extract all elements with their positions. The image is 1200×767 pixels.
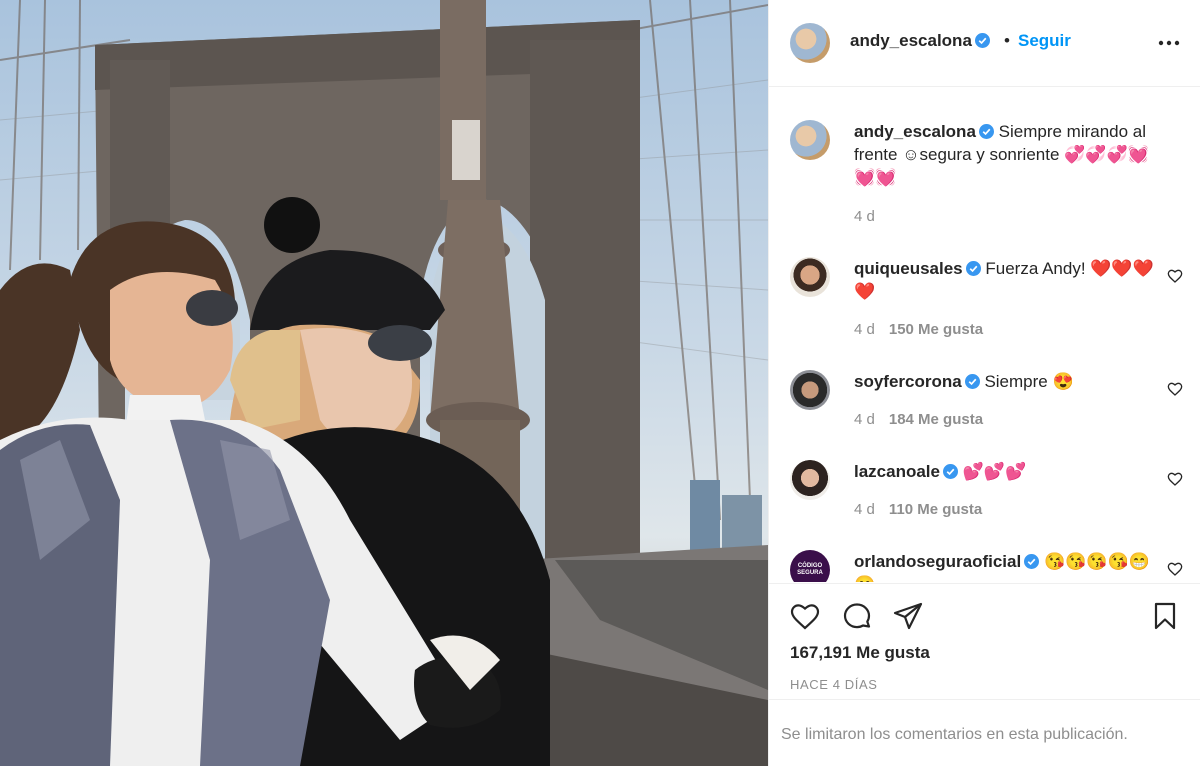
comment-likes[interactable]: 184 Me gusta (889, 411, 983, 428)
comment-item: CÓDIGO SEGURA orlandoseguraoficial 😘😘😘😘😁… (769, 550, 1200, 582)
photo-illustration (0, 0, 768, 766)
comment-username[interactable]: soyfercorona (854, 372, 962, 391)
comment-meta: 4 d 184 Me gusta (854, 411, 983, 428)
comment-username[interactable]: orlandoseguraoficial (854, 552, 1021, 571)
comment-avatar[interactable] (790, 370, 830, 410)
like-heart-icon[interactable] (789, 600, 821, 632)
author-username[interactable]: andy_escalona (850, 31, 972, 50)
caption-time[interactable]: 4 d (854, 208, 875, 225)
comment-like-heart-icon[interactable] (1167, 381, 1183, 397)
comment-username[interactable]: lazcanoale (854, 462, 940, 481)
verified-badge-icon (964, 374, 980, 389)
comment-text-block: quiqueusales Fuerza Andy! ❤️❤️❤️❤️ (854, 257, 1154, 303)
comment-like-heart-icon[interactable] (1167, 268, 1183, 284)
share-paper-plane-icon[interactable] (892, 600, 924, 632)
caption-text-block: andy_escalona Siempre mirando al frente … (854, 120, 1154, 189)
comment-text-block: orlandoseguraoficial 😘😘😘😘😁😁 (854, 550, 1154, 582)
post-header: andy_escalona • Seguir (769, 0, 1200, 87)
verified-badge-icon (965, 261, 981, 276)
comment-text: 💕💕💕 (962, 462, 1027, 481)
comment-username[interactable]: quiqueusales (854, 259, 963, 278)
comment-time[interactable]: 4 d (854, 321, 875, 338)
verified-badge-icon (943, 464, 958, 479)
comment-text: Siempre 😍 (984, 372, 1074, 391)
comment-meta: 4 d 150 Me gusta (854, 321, 983, 338)
comment-time[interactable]: 4 d (854, 501, 875, 518)
header-separator: • (1004, 31, 1010, 50)
comments-list[interactable]: andy_escalona Siempre mirando al frente … (769, 87, 1200, 582)
comment-item: soyfercorona Siempre 😍 4 d 184 Me gusta (769, 370, 1200, 440)
post-actions: 167,191 Me gusta HACE 4 DÍAS (769, 583, 1200, 699)
comment-bubble-icon[interactable] (841, 600, 873, 632)
caption-avatar[interactable] (790, 120, 830, 160)
follow-button[interactable]: Seguir (1018, 31, 1071, 51)
comment-item: quiqueusales Fuerza Andy! ❤️❤️❤️❤️ 4 d 15… (769, 257, 1200, 338)
post-photo[interactable] (0, 0, 768, 766)
save-bookmark-icon[interactable] (1149, 600, 1181, 632)
instagram-post: andy_escalona • Seguir andy_escalona Sie… (0, 0, 1200, 766)
comment-avatar[interactable] (790, 257, 830, 297)
comments-limited-text: Se limitaron los comentarios en esta pub… (781, 726, 1128, 743)
caption-username[interactable]: andy_escalona (854, 122, 976, 141)
comment-avatar-logo-text: CÓDIGO SEGURA (797, 563, 823, 576)
post-side-panel: andy_escalona • Seguir andy_escalona Sie… (768, 0, 1200, 766)
comment-like-heart-icon[interactable] (1167, 561, 1183, 577)
likes-count[interactable]: 167,191 Me gusta (790, 643, 930, 663)
comment-likes[interactable]: 150 Me gusta (889, 321, 983, 338)
verified-badge-icon (1024, 554, 1040, 569)
comment-item: lazcanoale 💕💕💕 4 d 110 Me gusta (769, 460, 1200, 530)
caption: andy_escalona Siempre mirando al frente … (769, 120, 1200, 230)
comment-meta: 4 d 110 Me gusta (854, 501, 982, 518)
author-username-row[interactable]: andy_escalona (850, 31, 990, 51)
posted-ago[interactable]: HACE 4 DÍAS (790, 677, 878, 692)
comment-avatar[interactable]: CÓDIGO SEGURA (790, 550, 830, 582)
author-avatar[interactable] (790, 23, 830, 63)
comment-text-block: lazcanoale 💕💕💕 (854, 460, 1154, 483)
more-options-icon[interactable] (1157, 34, 1181, 52)
comment-avatar[interactable] (790, 460, 830, 500)
comment-like-heart-icon[interactable] (1167, 471, 1183, 487)
comment-time[interactable]: 4 d (854, 411, 875, 428)
comments-limited-notice: Se limitaron los comentarios en esta pub… (769, 699, 1200, 767)
verified-badge-icon (978, 124, 994, 139)
comment-text-block: soyfercorona Siempre 😍 (854, 370, 1154, 393)
comment-likes[interactable]: 110 Me gusta (889, 501, 982, 518)
verified-badge-icon (974, 33, 990, 48)
